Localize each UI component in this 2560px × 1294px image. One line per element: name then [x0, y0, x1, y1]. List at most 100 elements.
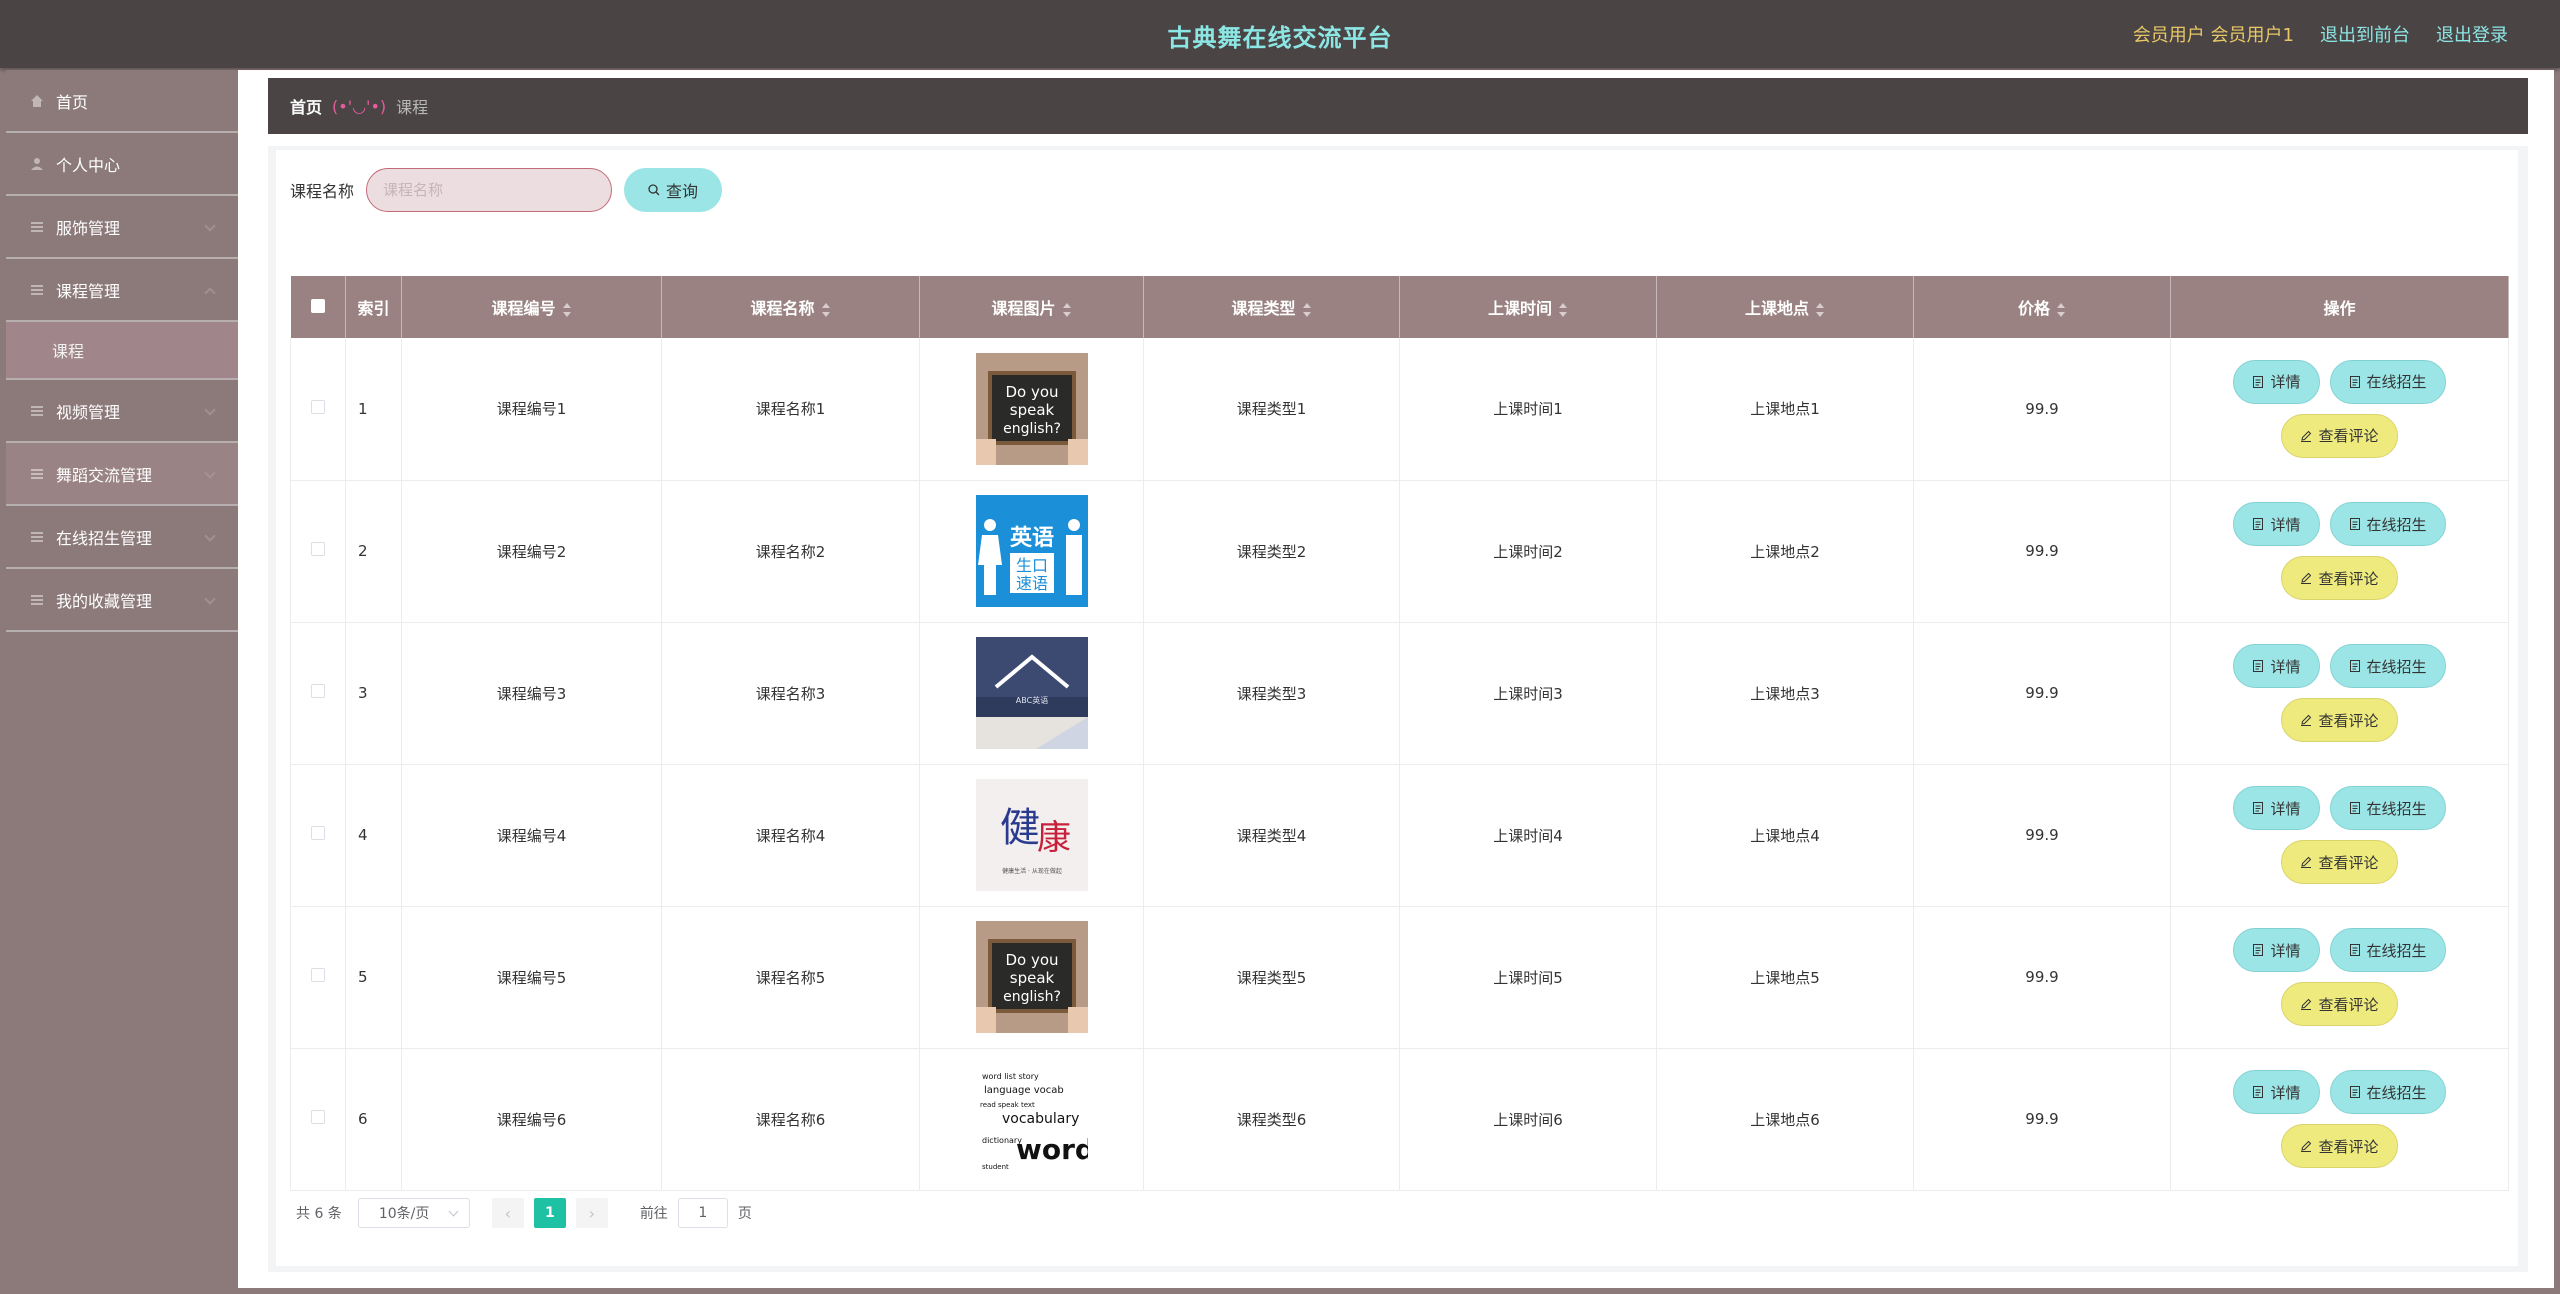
sidebar-item-label: 视频管理 — [56, 402, 121, 422]
row-select-cell[interactable] — [290, 764, 346, 907]
sort-icon[interactable] — [1302, 302, 1312, 317]
sort-icon[interactable] — [1062, 302, 1072, 317]
cell-index: 1 — [345, 338, 402, 481]
cell-course-place: 上课地点2 — [1656, 480, 1914, 623]
sidebar-item-course-management[interactable]: 课程管理 — [6, 259, 238, 322]
detail-button-label: 详情 — [2270, 799, 2301, 818]
view-comments-button[interactable]: 查看评论 — [2281, 698, 2398, 742]
sidebar-item-costume-management[interactable]: 服饰管理 — [6, 196, 238, 259]
view-comments-button[interactable]: 查看评论 — [2281, 982, 2398, 1026]
detail-button[interactable]: 详情 — [2233, 786, 2320, 830]
logout-link[interactable]: 退出登录 — [2436, 21, 2508, 47]
column-header-image[interactable]: 课程图片 — [919, 276, 1144, 338]
cell-actions: 详情 在线招生查看评论 — [2170, 622, 2509, 765]
sidebar-item-dance-exchange-management[interactable]: 舞蹈交流管理 — [6, 443, 238, 506]
svg-text:dictionary: dictionary — [982, 1136, 1022, 1145]
cell-course-type: 课程类型5 — [1143, 906, 1400, 1049]
table-row: 2 课程编号2 课程名称2 英语 生口 速语 课程类型2 上课时间2 上课地点2 99.9 详情 在线… — [290, 480, 2509, 623]
row-select-cell[interactable] — [290, 1048, 346, 1191]
chevron-left-icon: ‹ — [504, 1203, 512, 1223]
enroll-button[interactable]: 在线招生 — [2329, 359, 2446, 404]
table-row: 1 课程编号1 课程名称1 Do you speak english? 课程类型1 上课时间1… — [290, 338, 2509, 481]
page-size-value: 10条/页 — [378, 1206, 430, 1222]
detail-button[interactable]: 详情 — [2233, 359, 2320, 404]
search-bar: 课程名称 查询 — [290, 168, 723, 212]
view-comments-button[interactable]: 查看评论 — [2281, 413, 2398, 458]
cell-course-place: 上课地点4 — [1656, 764, 1914, 907]
svg-text:生口: 生口 — [1015, 556, 1047, 575]
view-comments-button[interactable]: 查看评论 — [2281, 556, 2398, 600]
enroll-button[interactable]: 在线招生 — [2329, 1070, 2446, 1114]
detail-button-label: 详情 — [2270, 515, 2301, 534]
row-select-cell[interactable] — [290, 338, 346, 481]
back-to-frontend-link[interactable]: 退出到前台 — [2320, 21, 2410, 47]
cell-course-code: 课程编号6 — [401, 1048, 662, 1191]
svg-text:english?: english? — [1003, 421, 1061, 437]
table-header-row: 索引 课程编号 课程名称 课程图片 课程类型 上课时间 上课地点 价格 操作 — [290, 276, 2509, 338]
page-number-1[interactable]: 1 — [533, 1198, 566, 1228]
enroll-button[interactable]: 在线招生 — [2329, 502, 2446, 546]
detail-button[interactable]: 详情 — [2233, 928, 2320, 972]
cell-course-type: 课程类型3 — [1143, 622, 1400, 765]
search-button[interactable]: 查询 — [624, 168, 723, 212]
edit-icon — [2300, 998, 2312, 1010]
goto-unit: 页 — [737, 1206, 752, 1222]
cell-course-time: 上课时间2 — [1399, 480, 1657, 623]
sidebar-item-personal-center[interactable]: 个人中心 — [6, 133, 238, 196]
column-header-code[interactable]: 课程编号 — [401, 276, 662, 338]
detail-button[interactable]: 详情 — [2233, 1070, 2320, 1114]
row-checkbox[interactable] — [311, 826, 325, 840]
vocabulary-words-image: word list story language vocab read speak … — [975, 1063, 1088, 1175]
document-icon — [2349, 375, 2361, 388]
sidebar-item-video-management[interactable]: 视频管理 — [6, 380, 238, 443]
document-icon — [2349, 802, 2361, 814]
enroll-button[interactable]: 在线招生 — [2329, 786, 2446, 830]
page-size-select[interactable]: 10条/页 — [357, 1198, 470, 1228]
cell-course-time: 上课时间6 — [1399, 1048, 1657, 1191]
sidebar-item-home[interactable]: 首页 — [6, 70, 238, 133]
cell-price: 99.9 — [1913, 764, 2171, 907]
column-header-name[interactable]: 课程名称 — [661, 276, 920, 338]
prev-page-button[interactable]: ‹ — [491, 1198, 524, 1228]
sidebar-item-favorites-management[interactable]: 我的收藏管理 — [6, 569, 238, 632]
enroll-button[interactable]: 在线招生 — [2329, 644, 2446, 688]
row-checkbox[interactable] — [311, 684, 325, 698]
cell-course-type: 课程类型1 — [1143, 338, 1400, 481]
cell-index: 3 — [345, 622, 402, 765]
view-comments-button[interactable]: 查看评论 — [2281, 1124, 2398, 1168]
svg-text:ABC英语: ABC英语 — [1015, 695, 1047, 705]
sidebar-item-label: 课程 — [52, 342, 85, 361]
sort-icon[interactable] — [1558, 302, 1568, 317]
sort-icon[interactable] — [1815, 302, 1825, 317]
breadcrumb-home[interactable]: 首页 — [290, 94, 322, 118]
cell-price: 99.9 — [1913, 480, 2171, 623]
sort-icon[interactable] — [2056, 302, 2066, 317]
sort-icon[interactable] — [562, 302, 572, 317]
table-row: 3 课程编号3 课程名称3 ABC英语 课程类型3 上课时间3 上课地点3 99.9 详情 在线招… — [290, 622, 2509, 765]
row-checkbox[interactable] — [311, 1110, 325, 1124]
view-comments-button[interactable]: 查看评论 — [2281, 840, 2398, 884]
detail-button[interactable]: 详情 — [2233, 644, 2320, 688]
svg-text:student: student — [982, 1163, 1009, 1171]
row-checkbox[interactable] — [311, 968, 325, 982]
column-header-type[interactable]: 课程类型 — [1143, 276, 1400, 338]
sidebar-item-enrollment-management[interactable]: 在线招生管理 — [6, 506, 238, 569]
row-select-cell[interactable] — [290, 622, 346, 765]
column-header-place[interactable]: 上课地点 — [1656, 276, 1914, 338]
detail-button[interactable]: 详情 — [2233, 502, 2320, 546]
row-select-cell[interactable] — [290, 906, 346, 1049]
user-icon — [30, 157, 44, 171]
sidebar-subitem-course[interactable]: 课程 — [6, 322, 238, 380]
row-select-cell[interactable] — [290, 480, 346, 623]
goto-page-input[interactable] — [677, 1198, 728, 1228]
enroll-button[interactable]: 在线招生 — [2329, 928, 2446, 972]
sort-icon[interactable] — [821, 302, 831, 317]
select-all-cell[interactable] — [290, 276, 346, 338]
row-checkbox[interactable] — [311, 399, 325, 414]
select-all-checkbox[interactable] — [310, 298, 325, 313]
course-name-search-input[interactable] — [366, 168, 613, 212]
next-page-button[interactable]: › — [575, 1198, 608, 1228]
row-checkbox[interactable] — [311, 542, 325, 556]
column-header-price[interactable]: 价格 — [1913, 276, 2171, 338]
column-header-time[interactable]: 上课时间 — [1399, 276, 1657, 338]
